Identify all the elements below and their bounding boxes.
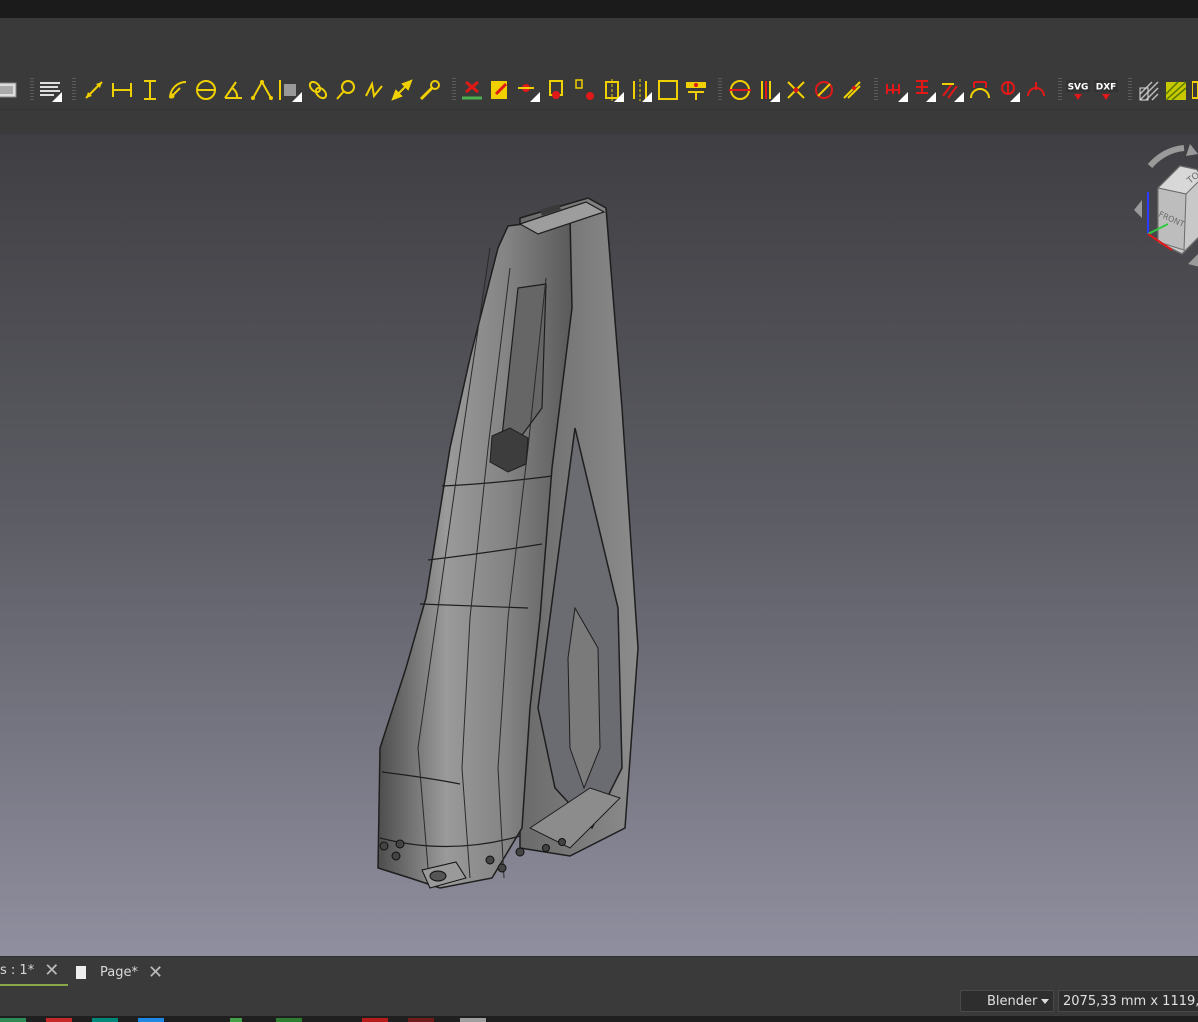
navigation-style-select[interactable]: Blender (960, 990, 1054, 1012)
quadrant-icon[interactable] (572, 78, 596, 102)
cosmetic-line-icon[interactable] (684, 78, 708, 102)
balloon-icon[interactable] (334, 78, 358, 102)
taskbar-app[interactable] (276, 1018, 302, 1022)
dimension-3pt-angle-icon[interactable] (250, 78, 274, 102)
more-tools-icon[interactable] (1192, 78, 1198, 102)
chevron-down-icon (1041, 999, 1049, 1004)
close-icon[interactable]: ✕ (148, 962, 163, 983)
leader-line-icon[interactable] (460, 78, 484, 102)
dimension-vertical-icon[interactable] (138, 78, 162, 102)
stock-3d-model (377, 197, 639, 889)
taskbar-app[interactable] (408, 1018, 434, 1022)
circle-chain-icon[interactable] (996, 78, 1020, 102)
taskbar-app[interactable] (0, 1018, 26, 1022)
document-tab-bar: s : 1* ✕ Page* ✕ (0, 956, 1198, 987)
toolbar-area (0, 110, 1198, 134)
navigation-style-value: Blender (987, 993, 1038, 1009)
dimensions-readout: 2075,33 mm x 1119,37 (1058, 990, 1198, 1012)
taskbar-app[interactable] (92, 1018, 118, 1022)
toolbar-grip[interactable] (452, 78, 456, 102)
dimension-horizontal-icon[interactable] (110, 78, 134, 102)
face-centerline-icon[interactable] (756, 78, 780, 102)
area-icon[interactable] (390, 78, 414, 102)
thread-bolt-icon[interactable] (840, 78, 864, 102)
toolbar-grip[interactable] (1128, 78, 1132, 102)
toolbar-grip[interactable] (874, 78, 878, 102)
link-dimension-icon[interactable] (306, 78, 330, 102)
geom-hatch-icon[interactable] (1164, 78, 1188, 102)
close-icon[interactable]: ✕ (44, 960, 59, 981)
arc-chain-icon[interactable] (1024, 78, 1048, 102)
page-icon (76, 965, 86, 979)
midpoint-icon[interactable] (544, 78, 568, 102)
taskbar-app[interactable] (460, 1018, 486, 1022)
circle-centerline-icon[interactable] (728, 78, 752, 102)
dimension-angle-icon[interactable] (222, 78, 246, 102)
tab-label: s : 1* (0, 963, 35, 978)
dimension-diameter-icon[interactable] (194, 78, 218, 102)
navigation-cube[interactable]: TOP FRONT (1128, 138, 1198, 278)
taskbar-app[interactable] (230, 1018, 242, 1022)
landmark-dimension-icon[interactable] (362, 78, 386, 102)
taskbar-app[interactable] (362, 1018, 388, 1022)
two-point-centerline-icon[interactable] (656, 78, 680, 102)
tab-label: Page* (100, 964, 138, 980)
rich-annotation-icon[interactable] (488, 78, 512, 102)
two-line-centerline-icon[interactable] (628, 78, 652, 102)
taskbar-app[interactable] (138, 1018, 164, 1022)
taskbar (0, 1016, 1198, 1022)
text-icon[interactable] (38, 78, 62, 102)
3d-viewport[interactable]: TOP FRONT (0, 134, 1198, 956)
export-dxf-icon[interactable]: DXF (1094, 78, 1118, 102)
vert-dim-chain-icon[interactable] (912, 78, 936, 102)
thread-hole-icon[interactable] (812, 78, 836, 102)
toolbar-grip[interactable] (1058, 78, 1062, 102)
repair-dimension-icon[interactable] (418, 78, 442, 102)
cross-icon[interactable] (784, 78, 808, 102)
horiz-dim-chain-icon[interactable] (884, 78, 908, 102)
toolbar-grip[interactable] (30, 78, 34, 102)
tab-model[interactable]: s : 1* ✕ (0, 957, 68, 987)
extent-dimension-icon[interactable] (278, 78, 302, 102)
svg-text:DXF: DXF (1096, 83, 1117, 93)
export-svg-icon[interactable]: SVG (1066, 78, 1090, 102)
page-icon[interactable] (0, 78, 18, 102)
centerline-icon[interactable] (600, 78, 624, 102)
oblique-dim-chain-icon[interactable] (940, 78, 964, 102)
taskbar-app[interactable] (46, 1018, 72, 1022)
title-bar (0, 0, 1198, 18)
dimension-length-icon[interactable] (82, 78, 106, 102)
hatch-icon[interactable] (1136, 78, 1160, 102)
svg-text:SVG: SVG (1068, 83, 1089, 93)
dimension-radius-icon[interactable] (166, 78, 190, 102)
tab-page[interactable]: Page* ✕ (74, 957, 174, 987)
coord-dim-icon[interactable] (968, 78, 992, 102)
toolbar-grip[interactable] (718, 78, 722, 102)
cosmetic-vertex-icon[interactable] (516, 78, 540, 102)
toolbar-grip[interactable] (72, 78, 76, 102)
menu-band (0, 18, 1198, 70)
